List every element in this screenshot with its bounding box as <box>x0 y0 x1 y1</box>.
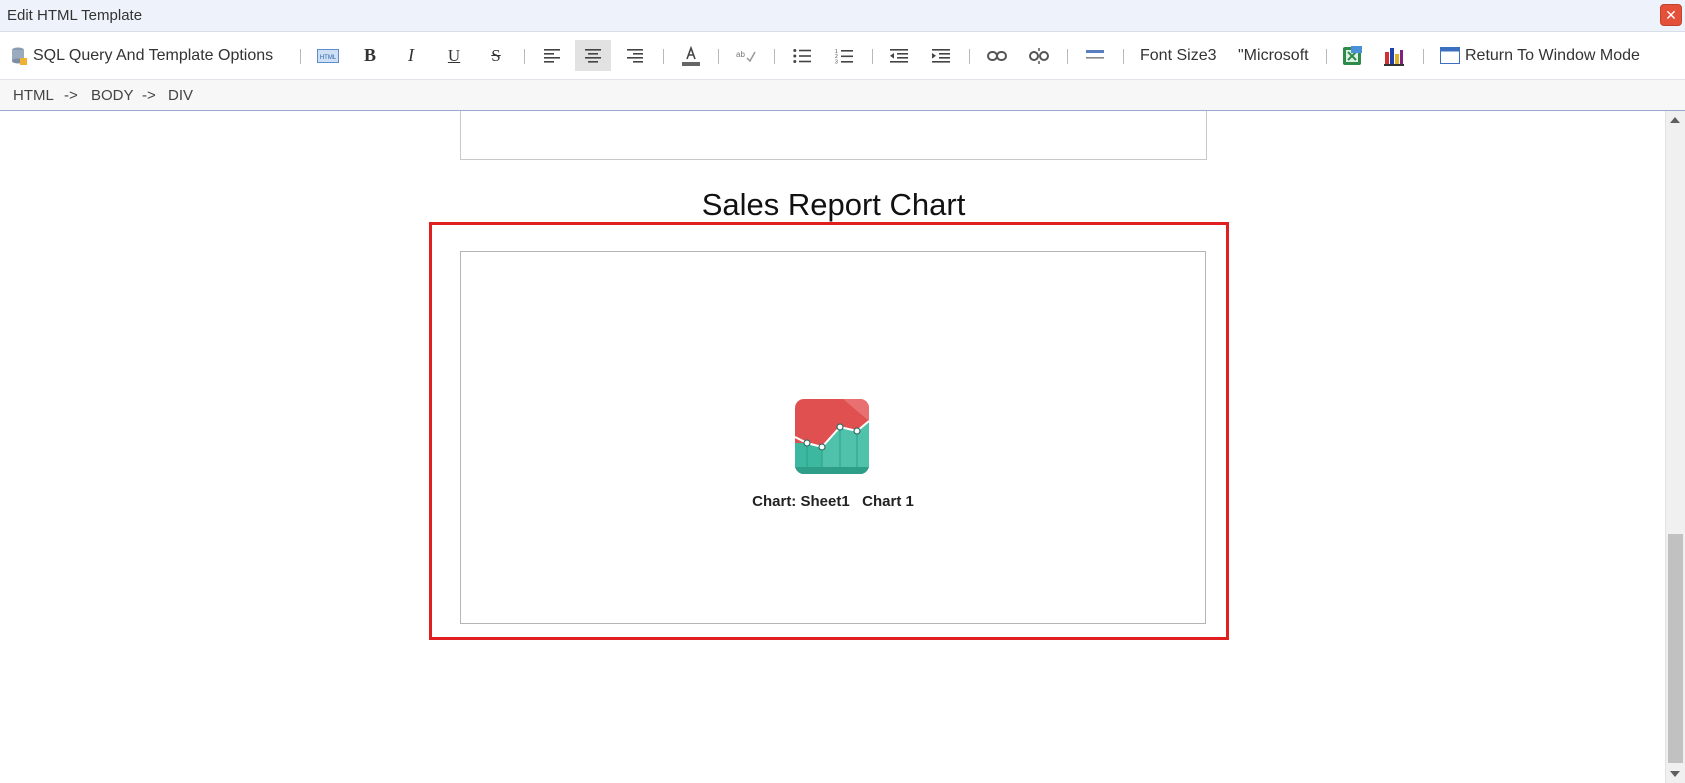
excel-icon <box>1343 45 1362 65</box>
title-bar: Edit HTML Template ✕ <box>0 0 1685 32</box>
html-source-button[interactable]: HTML <box>310 40 346 71</box>
align-right-button[interactable] <box>617 40 653 71</box>
font-size-select[interactable]: Font Size3 <box>1140 40 1216 71</box>
underline-button[interactable]: U <box>436 40 472 71</box>
toolbar-separator <box>969 49 970 64</box>
svg-text:3: 3 <box>835 59 838 64</box>
bulleted-list-button[interactable] <box>784 40 820 71</box>
return-window-mode-button[interactable]: Return To Window Mode <box>1440 40 1640 71</box>
font-color-button[interactable] <box>673 40 709 71</box>
bulleted-list-icon <box>793 48 811 63</box>
toolbar-separator <box>774 49 775 64</box>
align-left-button[interactable] <box>534 40 570 71</box>
breadcrumb-item-html[interactable]: HTML <box>13 87 54 104</box>
align-center-button[interactable] <box>575 40 611 71</box>
edit-template-window: Edit HTML Template ✕ SQL Query And Templ… <box>0 0 1685 783</box>
svg-text:ab: ab <box>736 50 745 59</box>
toolbar-separator <box>872 49 873 64</box>
breadcrumb-separator: -> <box>64 87 78 104</box>
bold-button[interactable]: B <box>352 40 388 71</box>
link-icon <box>987 50 1007 61</box>
toolbar-separator <box>1123 49 1124 64</box>
align-right-icon <box>627 48 643 63</box>
svg-text:HTML: HTML <box>320 55 337 61</box>
window-icon <box>1440 47 1460 64</box>
horizontal-rule-icon <box>1086 49 1104 59</box>
return-window-mode-label: Return To Window Mode <box>1465 46 1640 64</box>
numbered-list-icon: 123 <box>835 49 853 64</box>
scroll-thumb[interactable] <box>1668 534 1683 763</box>
spellcheck-button[interactable]: ab <box>728 40 764 71</box>
spellcheck-icon: ab <box>736 50 756 62</box>
outdent-button[interactable] <box>881 40 917 71</box>
insert-link-button[interactable] <box>979 40 1015 71</box>
align-center-icon <box>585 48 601 63</box>
vertical-scrollbar[interactable] <box>1665 111 1685 783</box>
editor-toolbar: SQL Query And Template Options HTML B I … <box>0 32 1685 80</box>
toolbar-separator <box>524 49 525 64</box>
sql-options-button[interactable]: SQL Query And Template Options <box>10 40 273 71</box>
breadcrumb: HTML -> BODY -> DIV <box>0 80 1685 111</box>
align-left-icon <box>544 48 560 63</box>
scroll-up-arrow-icon[interactable] <box>1670 117 1680 123</box>
chart-placeholder[interactable]: Chart: Sheet1 Chart 1 <box>460 251 1206 624</box>
scroll-down-arrow-icon[interactable] <box>1670 771 1680 777</box>
italic-button[interactable]: I <box>393 40 429 71</box>
line-chart-icon <box>795 399 869 474</box>
editor-canvas[interactable]: Sales Report Chart Chart: Sheet1 Chart 1 <box>0 111 1665 783</box>
font-family-select[interactable]: "Microsoft <box>1238 40 1309 71</box>
chart-caption: Chart: Sheet1 Chart 1 <box>752 493 914 510</box>
html-source-icon: HTML <box>317 48 339 63</box>
toolbar-separator <box>300 49 301 64</box>
toolbar-separator <box>1326 49 1327 64</box>
close-button[interactable]: ✕ <box>1660 4 1682 26</box>
previous-content-box <box>460 111 1207 160</box>
horizontal-rule-button[interactable] <box>1077 40 1113 71</box>
strikethrough-button[interactable]: S <box>478 40 514 71</box>
toolbar-separator <box>663 49 664 64</box>
remove-link-button[interactable] <box>1021 40 1057 71</box>
unlink-icon <box>1029 47 1049 64</box>
sql-options-label: SQL Query And Template Options <box>33 46 274 64</box>
insert-chart-button[interactable] <box>1376 40 1412 71</box>
breadcrumb-item-div[interactable]: DIV <box>168 87 193 104</box>
toolbar-separator <box>1067 49 1068 64</box>
font-color-icon <box>682 45 700 66</box>
insert-excel-button[interactable] <box>1334 40 1370 71</box>
toolbar-separator <box>1423 49 1424 64</box>
breadcrumb-item-body[interactable]: BODY <box>91 87 134 104</box>
breadcrumb-separator: -> <box>142 87 156 104</box>
outdent-icon <box>890 48 908 63</box>
toolbar-separator <box>718 49 719 64</box>
numbered-list-button[interactable]: 123 <box>826 40 862 71</box>
database-icon <box>12 47 27 65</box>
window-title: Edit HTML Template <box>7 7 143 24</box>
bar-chart-icon <box>1384 47 1404 66</box>
document-heading: Sales Report Chart <box>701 187 966 222</box>
indent-icon <box>932 48 950 63</box>
indent-button[interactable] <box>923 40 959 71</box>
